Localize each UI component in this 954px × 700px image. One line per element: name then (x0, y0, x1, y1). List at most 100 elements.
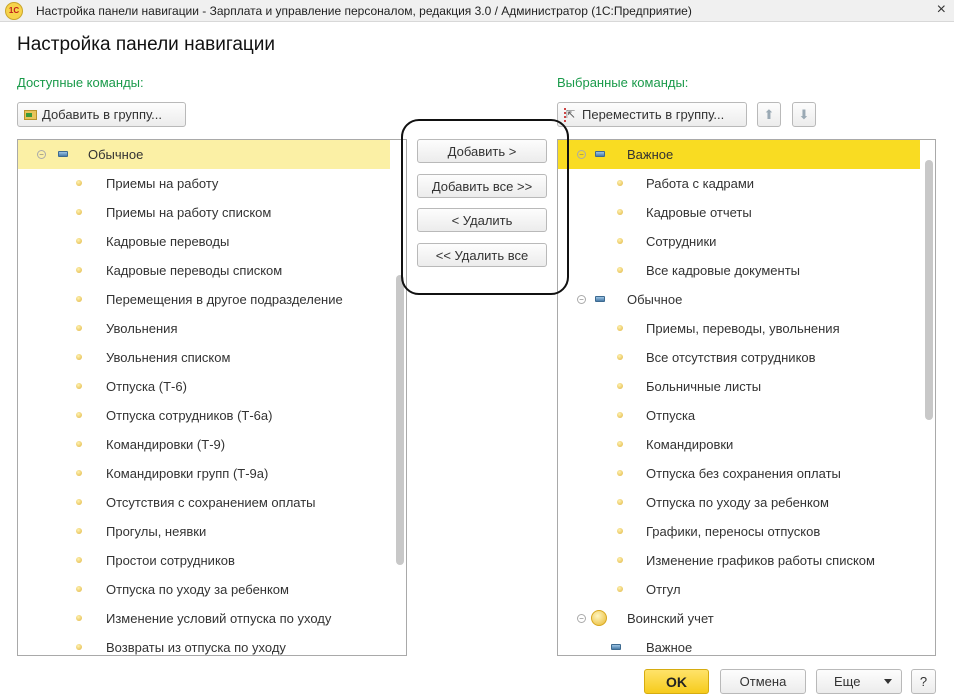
collapse-toggle-icon[interactable]: − (577, 295, 586, 304)
list-item[interactable]: Отпуска по уходу за ребенком (558, 488, 920, 517)
command-icon (76, 383, 82, 389)
command-label: Отгул (646, 582, 681, 597)
list-item[interactable]: Простои сотрудников (18, 546, 390, 575)
available-commands-label: Доступные команды: (17, 75, 144, 90)
section-icon (591, 610, 607, 626)
group-icon (595, 296, 605, 302)
list-item[interactable]: Работа с кадрами (558, 169, 920, 198)
folder-add-icon (24, 109, 37, 120)
list-item[interactable]: Прогулы, неявки (18, 517, 390, 546)
list-item[interactable]: Увольнения (18, 314, 390, 343)
list-item[interactable]: Изменение графиков работы списком (558, 546, 920, 575)
command-label: Сотрудники (646, 234, 717, 249)
group-label: Обычное (88, 147, 144, 162)
tree-group[interactable]: Важное (558, 633, 920, 655)
list-item[interactable]: Приемы, переводы, увольнения (558, 314, 920, 343)
arrow-up-icon: ⬆ (763, 106, 775, 122)
list-item[interactable]: Все отсутствия сотрудников (558, 343, 920, 372)
selected-commands-label: Выбранные команды: (557, 75, 689, 90)
command-label: Больничные листы (646, 379, 762, 394)
move-to-group-button[interactable]: ⇱ Переместить в группу... (557, 102, 747, 127)
move-down-button[interactable]: ⬇ (792, 102, 816, 127)
command-icon (76, 180, 82, 186)
command-label: Приемы на работу списком (106, 205, 272, 220)
list-item[interactable]: Отпуска без сохранения оплаты (558, 459, 920, 488)
command-icon (617, 528, 623, 534)
command-icon (76, 499, 82, 505)
list-item[interactable]: Командировки (558, 430, 920, 459)
list-item[interactable]: Кадровые переводы списком (18, 256, 390, 285)
command-label: Кадровые отчеты (646, 205, 752, 220)
command-icon (617, 180, 623, 186)
group-label: Обычное (627, 292, 683, 307)
command-label: Прогулы, неявки (106, 524, 207, 539)
list-item[interactable]: Больничные листы (558, 372, 920, 401)
command-label: Изменение условий отпуска по уходу (106, 611, 332, 626)
tree-group[interactable]: − Обычное (18, 140, 390, 169)
move-cursor-icon: ⇱ (564, 107, 578, 122)
group-icon (611, 644, 621, 650)
list-item[interactable]: Отпуска по уходу за ребенком (18, 575, 390, 604)
list-item[interactable]: Изменение условий отпуска по уходу (18, 604, 390, 633)
collapse-toggle-icon[interactable]: − (37, 150, 46, 159)
command-label: Приемы, переводы, увольнения (646, 321, 840, 336)
collapse-toggle-icon[interactable]: − (577, 614, 586, 623)
selected-commands-tree[interactable]: − Важное Работа с кадрами Кадровые отчеты Со… (557, 139, 936, 656)
command-label: Увольнения (106, 321, 178, 336)
command-icon (617, 267, 623, 273)
group-icon (58, 151, 68, 157)
command-icon (617, 557, 623, 563)
command-label: Отпуска сотрудников (Т-6а) (106, 408, 273, 423)
help-button[interactable]: ? (911, 669, 936, 694)
close-icon[interactable]: × (937, 1, 946, 19)
command-label: Изменение графиков работы списком (646, 553, 875, 568)
more-button[interactable]: Еще (816, 669, 902, 694)
command-label: Кадровые переводы (106, 234, 230, 249)
list-item[interactable]: Отпуска (558, 401, 920, 430)
move-up-button[interactable]: ⬆ (757, 102, 781, 127)
group-label: Воинский учет (627, 611, 714, 626)
list-item[interactable]: Отсутствия с сохранением оплаты (18, 488, 390, 517)
cancel-button[interactable]: Отмена (720, 669, 806, 694)
list-item[interactable]: Все кадровые документы (558, 256, 920, 285)
collapse-toggle-icon[interactable]: − (577, 150, 586, 159)
command-icon (617, 412, 623, 418)
command-icon (76, 412, 82, 418)
list-item[interactable]: Приемы на работу (18, 169, 390, 198)
list-item[interactable]: Командировки групп (Т-9а) (18, 459, 390, 488)
list-item[interactable]: Графики, переносы отпусков (558, 517, 920, 546)
list-item[interactable]: Сотрудники (558, 227, 920, 256)
list-item[interactable]: Отгул (558, 575, 920, 604)
command-label: Отпуска по уходу за ребенком (646, 495, 829, 510)
tree-group[interactable]: − Обычное (558, 285, 920, 314)
list-item[interactable]: Командировки (Т-9) (18, 430, 390, 459)
tree-group[interactable]: − Воинский учет (558, 604, 920, 633)
command-icon (76, 528, 82, 534)
app-logo-icon: 1С (5, 2, 23, 20)
tree-group[interactable]: − Важное (558, 140, 920, 169)
group-icon (595, 151, 605, 157)
command-label: Отпуска (646, 408, 696, 423)
command-icon (76, 441, 82, 447)
command-icon (617, 238, 623, 244)
available-commands-tree[interactable]: − Обычное Приемы на работу Приемы на работу… (17, 139, 407, 656)
list-item[interactable]: Приемы на работу списком (18, 198, 390, 227)
command-label: Все отсутствия сотрудников (646, 350, 816, 365)
highlight-annotation (401, 119, 569, 295)
list-item[interactable]: Отпуска (Т-6) (18, 372, 390, 401)
add-to-group-button[interactable]: Добавить в группу... (17, 102, 186, 127)
list-item[interactable]: Отпуска сотрудников (Т-6а) (18, 401, 390, 430)
scrollbar-thumb[interactable] (925, 160, 933, 420)
list-item[interactable]: Перемещения в другое подразделение (18, 285, 390, 314)
list-item[interactable]: Возвраты из отпуска по уходу (18, 633, 390, 655)
scrollbar-thumb[interactable] (396, 275, 404, 565)
command-icon (76, 557, 82, 563)
list-item[interactable]: Увольнения списком (18, 343, 390, 372)
list-item[interactable]: Кадровые переводы (18, 227, 390, 256)
group-label: Важное (627, 147, 674, 162)
command-icon (617, 499, 623, 505)
command-icon (76, 615, 82, 621)
ok-button[interactable]: OK (644, 669, 709, 694)
command-icon (76, 209, 82, 215)
list-item[interactable]: Кадровые отчеты (558, 198, 920, 227)
